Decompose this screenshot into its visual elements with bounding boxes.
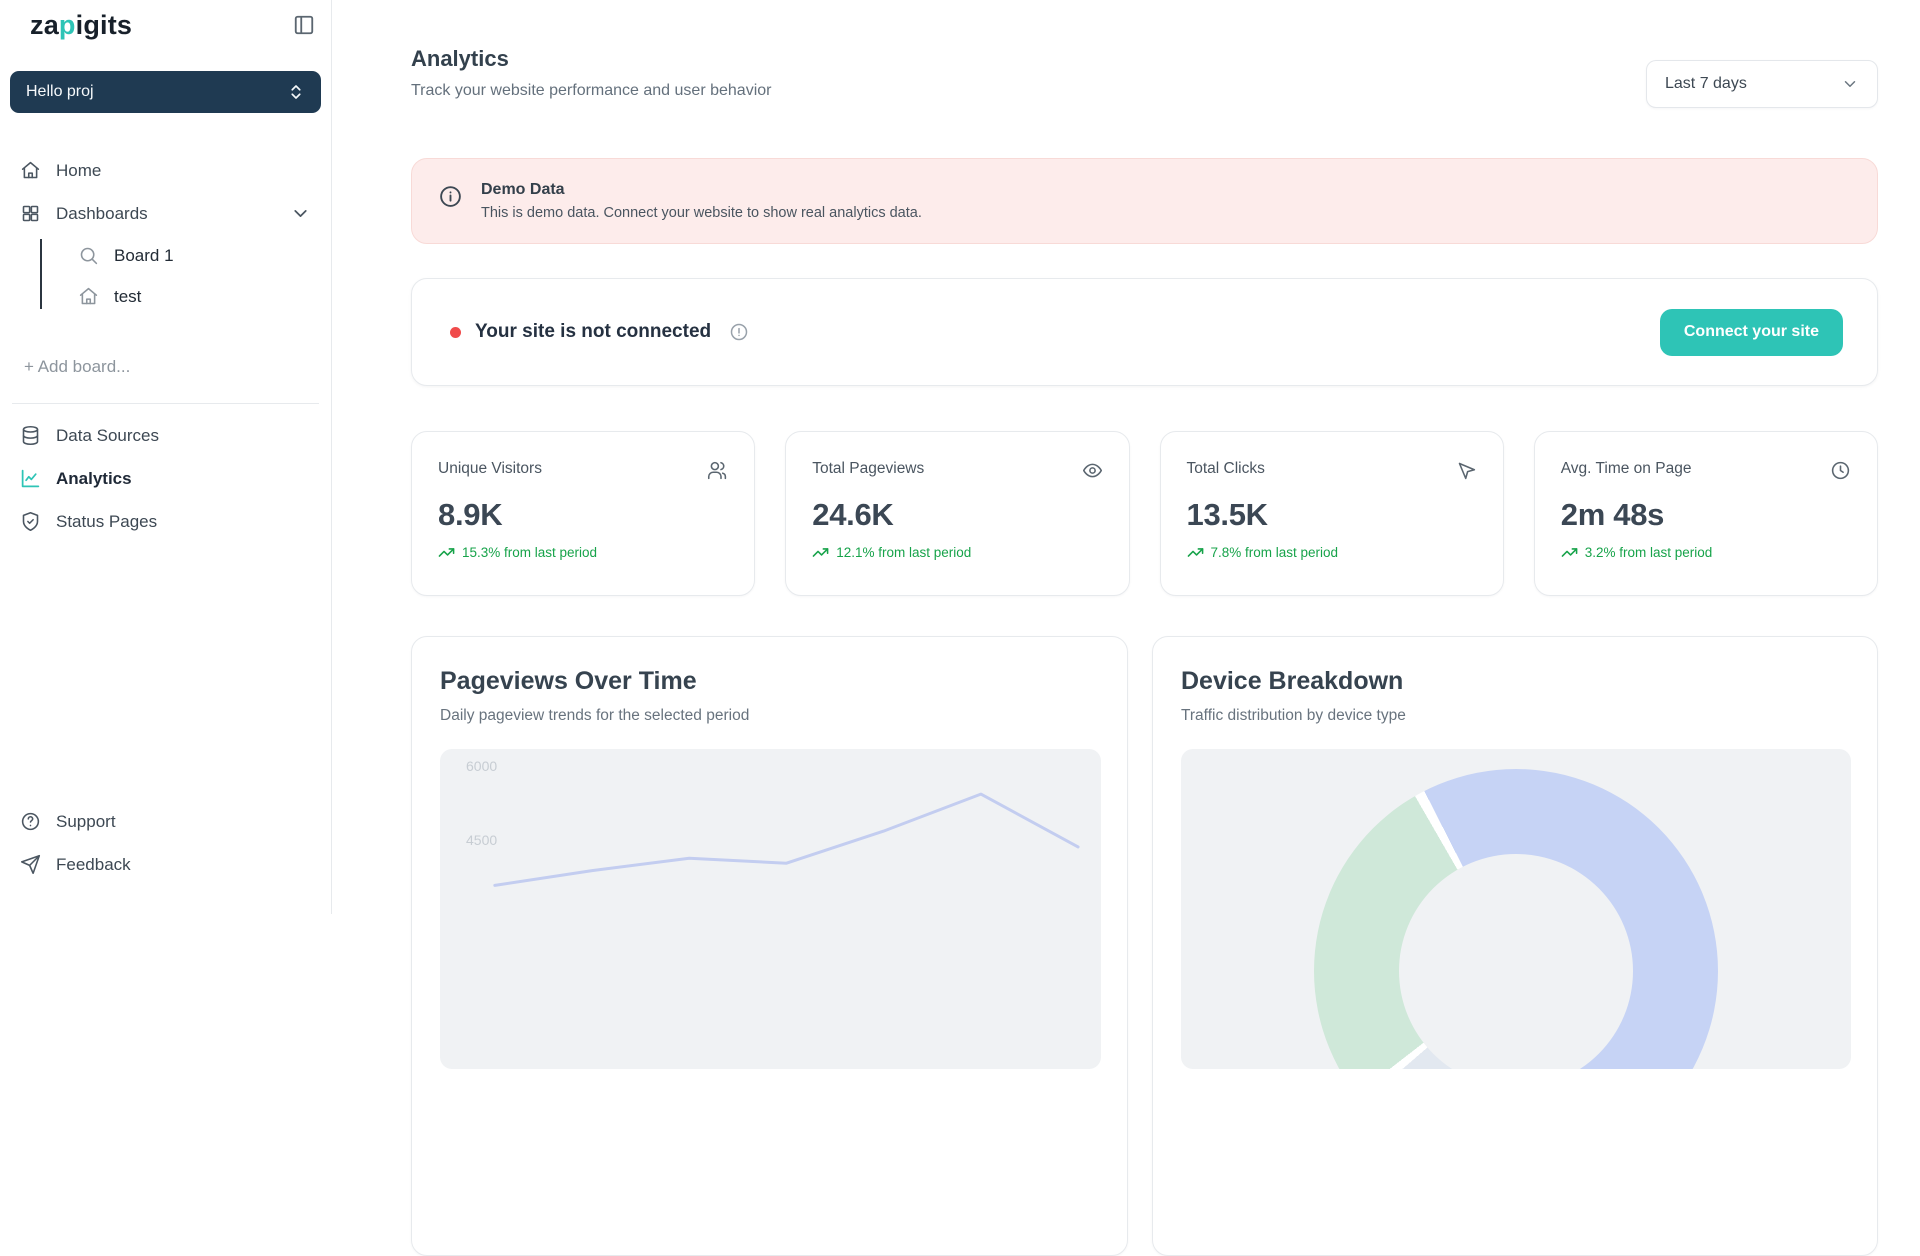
grid-icon — [20, 203, 41, 224]
stats-row: Unique Visitors 8.9K 15.3% from last per… — [411, 431, 1878, 596]
stat-value: 24.6K — [812, 497, 1102, 533]
banner-title: Demo Data — [481, 181, 922, 199]
sidebar-footer: Support Feedback — [10, 800, 321, 886]
chart-subtitle: Daily pageview trends for the selected p… — [440, 707, 1101, 725]
stat-label: Total Pageviews — [812, 460, 924, 478]
charts-row: Pageviews Over Time Daily pageview trend… — [411, 636, 1878, 1256]
stat-card-total-pageviews: Total Pageviews 24.6K 12.1% from last pe… — [785, 431, 1129, 596]
connection-status-text: Your site is not connected — [475, 321, 711, 343]
chevron-down-icon — [1841, 75, 1859, 93]
help-circle-icon — [20, 811, 41, 832]
sidebar-collapse-icon[interactable] — [293, 14, 315, 41]
search-icon — [78, 245, 99, 266]
device-plot-area — [1181, 749, 1851, 1069]
device-donut-chart — [1314, 769, 1718, 1069]
board-label: Board 1 — [114, 246, 174, 266]
board-label: test — [114, 287, 141, 307]
page-title: Analytics — [411, 46, 771, 72]
stat-card-avg-time: Avg. Time on Page 2m 48s 3.2% from last … — [1534, 431, 1878, 596]
stat-change: 15.3% from last period — [438, 544, 728, 561]
stat-value: 8.9K — [438, 497, 728, 533]
demo-data-banner: Demo Data This is demo data. Connect you… — [411, 158, 1878, 244]
home-icon — [20, 160, 41, 181]
line-chart-icon — [20, 468, 41, 489]
sidebar-item-label: Dashboards — [56, 204, 148, 224]
trending-up-icon — [812, 544, 829, 561]
banner-message: This is demo data. Connect your website … — [481, 205, 922, 221]
sidebar-item-label: Status Pages — [56, 512, 157, 532]
eye-icon — [1082, 460, 1103, 481]
device-chart-card: Device Breakdown Traffic distribution by… — [1152, 636, 1878, 1256]
database-icon — [20, 425, 41, 446]
stat-card-unique-visitors: Unique Visitors 8.9K 15.3% from last per… — [411, 431, 755, 596]
send-icon — [20, 854, 41, 875]
sidebar-divider — [12, 403, 319, 404]
shield-check-icon — [20, 511, 41, 532]
active-section-rule — [40, 239, 42, 309]
sidebar-item-support[interactable]: Support — [10, 800, 321, 843]
sidebar-item-board-1[interactable]: Board 1 — [30, 235, 321, 276]
stat-change: 3.2% from last period — [1561, 544, 1851, 561]
sidebar-item-analytics[interactable]: Analytics — [10, 457, 321, 500]
date-range-select[interactable]: Last 7 days — [1646, 60, 1878, 108]
page-subtitle: Track your website performance and user … — [411, 82, 771, 100]
status-dot — [450, 327, 461, 338]
sidebar: zapigits Hello proj Home Dashboards Boar… — [0, 0, 332, 914]
main-content: Analytics Track your website performance… — [332, 0, 1920, 914]
sidebar-item-home[interactable]: Home — [10, 149, 321, 192]
pageviews-line-chart — [440, 749, 1101, 1069]
stat-card-total-clicks: Total Clicks 13.5K 7.8% from last period — [1160, 431, 1504, 596]
connection-status-card: Your site is not connected Connect your … — [411, 278, 1878, 386]
sidebar-item-dashboards[interactable]: Dashboards — [10, 192, 321, 235]
trending-up-icon — [1561, 544, 1578, 561]
app-logo: zapigits — [30, 10, 132, 41]
add-board-button[interactable]: + Add board... — [24, 357, 321, 377]
project-selector[interactable]: Hello proj — [10, 71, 321, 113]
clock-icon — [1830, 460, 1851, 481]
sidebar-item-label: Feedback — [56, 855, 131, 875]
sidebar-item-label: Support — [56, 812, 116, 832]
donut-hole — [1399, 854, 1633, 1069]
stat-change: 7.8% from last period — [1187, 544, 1477, 561]
users-icon — [707, 460, 728, 481]
stat-label: Unique Visitors — [438, 460, 542, 478]
info-icon — [438, 184, 463, 209]
stat-value: 13.5K — [1187, 497, 1477, 533]
trending-up-icon — [438, 544, 455, 561]
pageviews-chart-card: Pageviews Over Time Daily pageview trend… — [411, 636, 1128, 1256]
sidebar-nav: Home Dashboards Board 1 test + Add board… — [10, 149, 321, 543]
sidebar-item-label: Analytics — [56, 469, 132, 489]
stat-label: Avg. Time on Page — [1561, 460, 1692, 478]
home-icon — [78, 286, 99, 307]
connect-site-button[interactable]: Connect your site — [1660, 309, 1843, 356]
chart-title: Pageviews Over Time — [440, 667, 1101, 696]
sidebar-item-label: Data Sources — [56, 426, 159, 446]
sidebar-item-data-sources[interactable]: Data Sources — [10, 414, 321, 457]
sidebar-item-label: Home — [56, 161, 101, 181]
stat-value: 2m 48s — [1561, 497, 1851, 533]
trending-up-icon — [1187, 544, 1204, 561]
sidebar-item-status-pages[interactable]: Status Pages — [10, 500, 321, 543]
sidebar-item-feedback[interactable]: Feedback — [10, 843, 321, 886]
project-name: Hello proj — [26, 83, 94, 101]
chevron-down-icon — [290, 203, 311, 224]
chart-subtitle: Traffic distribution by device type — [1181, 707, 1851, 725]
chevrons-up-down-icon — [287, 83, 305, 101]
info-icon — [729, 322, 749, 342]
date-range-value: Last 7 days — [1665, 75, 1747, 93]
stat-change: 12.1% from last period — [812, 544, 1102, 561]
cursor-icon — [1456, 460, 1477, 481]
chart-title: Device Breakdown — [1181, 667, 1851, 696]
stat-label: Total Clicks — [1187, 460, 1265, 478]
pageviews-plot-area: 6000 4500 — [440, 749, 1101, 1069]
boards-list: Board 1 test — [30, 235, 321, 317]
sidebar-item-test[interactable]: test — [30, 276, 321, 317]
